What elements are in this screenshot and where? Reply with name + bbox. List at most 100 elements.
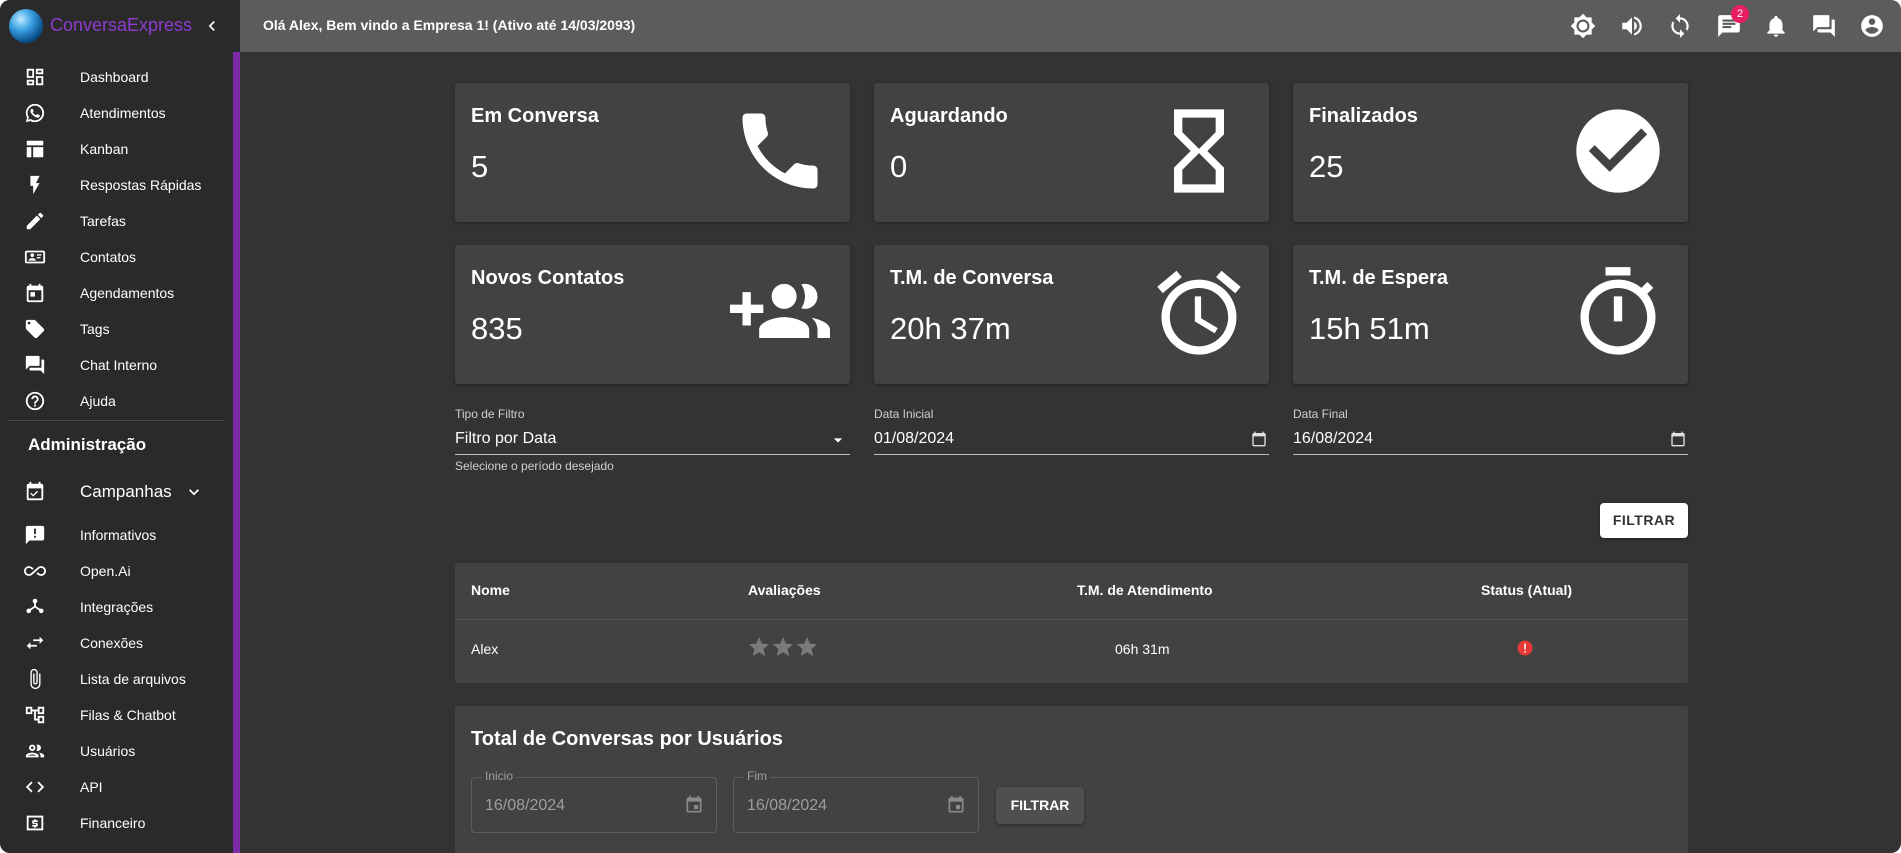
card-value: 25: [1309, 149, 1344, 184]
help-icon: [24, 390, 46, 412]
top-bar: ConversaExpress Olá Alex, Bem vindo a Em…: [0, 0, 1901, 52]
calendar-icon[interactable]: [1670, 431, 1686, 447]
tipo-filtro-underline: [455, 454, 850, 455]
sidebar-item-lista-de-arquivos[interactable]: Lista de arquivos: [0, 662, 230, 696]
calendar-icon[interactable]: [684, 795, 704, 815]
sidebar-item-informativos[interactable]: Informativos: [0, 518, 230, 552]
sidebar-item-label: Open.Ai: [80, 563, 131, 579]
card-em-conversa: Em Conversa 5: [455, 83, 850, 222]
sidebar-item-chat-interno[interactable]: Chat Interno: [0, 348, 230, 382]
sidebar-item-tags[interactable]: Tags: [0, 312, 230, 346]
sidebar-item-dashboard[interactable]: Dashboard: [0, 60, 230, 94]
sidebar-item-label: Contatos: [80, 249, 137, 265]
card-tm-espera: T.M. de Espera 15h 51m: [1293, 245, 1688, 384]
panel-title: Total de Conversas por Usuários: [471, 728, 783, 750]
sidebar-item-label: Conexões: [80, 635, 144, 651]
volume-button[interactable]: [1619, 13, 1645, 39]
fim-value: 16/08/2024: [747, 797, 828, 814]
calendar-icon[interactable]: [946, 795, 966, 815]
welcome-message: Olá Alex, Bem vindo a Empresa 1! (Ativo …: [263, 17, 636, 33]
panel-filtrar-button[interactable]: FILTRAR: [996, 787, 1084, 824]
code-icon: [24, 776, 46, 798]
star-icon: [747, 635, 771, 659]
sidebar-item-contatos[interactable]: Contatos: [0, 240, 230, 274]
inicio-value: 16/08/2024: [485, 797, 566, 814]
swap-icon: [24, 632, 46, 654]
internal-chat-button[interactable]: [1811, 13, 1837, 39]
tipo-filtro-label: Tipo de Filtro: [455, 407, 525, 421]
inicio-date-field[interactable]: Inicio 16/08/2024: [471, 769, 717, 833]
sidebar-item-campanhas[interactable]: Campanhas: [0, 475, 230, 509]
chevron-down-icon: [184, 482, 204, 502]
alarm-icon: [1149, 263, 1249, 363]
theme-toggle-button[interactable]: [1570, 13, 1596, 39]
card-title: Finalizados: [1309, 105, 1418, 127]
forum-icon: [24, 354, 46, 376]
tipo-filtro-value: Filtro por Data: [455, 430, 557, 447]
account-button[interactable]: [1859, 13, 1885, 39]
sidebar-item-label: Usuários: [80, 743, 136, 759]
filtrar-button[interactable]: FILTRAR: [1600, 503, 1688, 538]
sidebar-accent-stripe: [233, 52, 240, 853]
sidebar-item-financeiro[interactable]: Financeiro: [0, 806, 230, 840]
brand-area: ConversaExpress: [0, 0, 240, 52]
sidebar-item-tarefas[interactable]: Tarefas: [0, 204, 230, 238]
sidebar-item-label: Tarefas: [80, 213, 126, 229]
data-inicial-value: 01/08/2024: [874, 430, 955, 447]
sidebar-item-label: Dashboard: [80, 69, 149, 85]
card-title: T.M. de Espera: [1309, 267, 1448, 289]
sidebar-item-agendamentos[interactable]: Agendamentos: [0, 276, 230, 310]
dashboard-icon: [24, 66, 46, 88]
check-circle-icon: [1568, 101, 1668, 201]
sidebar-item-label: Financeiro: [80, 815, 146, 831]
logo-globe-icon: [9, 9, 43, 43]
phone-icon: [730, 101, 830, 201]
sidebar-item-integracoes[interactable]: Integrações: [0, 590, 230, 624]
sidebar-item-ajuda[interactable]: Ajuda: [0, 384, 230, 418]
card-tm-conversa: T.M. de Conversa 20h 37m: [874, 245, 1269, 384]
pencil-icon: [24, 210, 46, 232]
sidebar-item-openai[interactable]: Open.Ai: [0, 554, 230, 588]
sidebar-item-kanban[interactable]: Kanban: [0, 132, 230, 166]
admin-section-title: Administração: [28, 435, 147, 454]
tag-icon: [24, 318, 46, 340]
sidebar-item-filas-chatbot[interactable]: Filas & Chatbot: [0, 698, 230, 732]
contact-card-icon: [24, 246, 46, 268]
app-window: ConversaExpress Olá Alex, Bem vindo a Em…: [0, 0, 1901, 853]
collapse-sidebar-button[interactable]: [200, 12, 224, 40]
event-check-icon: [24, 481, 46, 503]
calendar-icon[interactable]: [1251, 431, 1267, 447]
card-title: T.M. de Conversa: [890, 267, 1054, 289]
sync-icon: [1671, 14, 1689, 38]
sidebar-item-atendimentos[interactable]: Atendimentos: [0, 96, 230, 130]
chevron-left-icon: [208, 21, 215, 31]
tipo-filtro-select[interactable]: Filtro por Data: [455, 430, 850, 452]
timer-icon: [1568, 263, 1668, 363]
sidebar-item-label: Kanban: [80, 141, 129, 157]
sidebar-item-label: Informativos: [80, 527, 157, 543]
tree-icon: [24, 704, 46, 726]
conversas-por-usuarios-panel: Total de Conversas por Usuários Inicio 1…: [455, 706, 1688, 853]
sidebar-item-label: Chat Interno: [80, 357, 158, 373]
column-header-tm-atendimento: T.M. de Atendimento: [1077, 582, 1213, 598]
data-final-input[interactable]: 16/08/2024: [1293, 430, 1688, 452]
card-title: Novos Contatos: [471, 267, 625, 289]
sidebar-item-respostas-rapidas[interactable]: Respostas Rápidas: [0, 168, 230, 202]
sidebar: Dashboard Atendimentos Kanban Respostas …: [0, 52, 240, 853]
fim-date-field[interactable]: Fim 16/08/2024: [733, 769, 979, 833]
data-final-value: 16/08/2024: [1293, 430, 1374, 447]
table-divider: [455, 619, 1688, 620]
card-title: Aguardando: [890, 105, 1008, 127]
sidebar-item-usuarios[interactable]: Usuários: [0, 734, 230, 768]
card-value: 835: [471, 311, 523, 346]
sidebar-divider: [8, 420, 224, 421]
sidebar-item-conexoes[interactable]: Conexões: [0, 626, 230, 660]
data-final-underline: [1293, 454, 1688, 455]
notifications-button[interactable]: [1763, 13, 1789, 39]
forum-icon: [1813, 15, 1835, 37]
refresh-button[interactable]: [1667, 13, 1693, 39]
data-inicial-input[interactable]: 01/08/2024: [874, 430, 1269, 452]
star-icon: [795, 635, 819, 659]
sidebar-item-api[interactable]: API: [0, 770, 230, 804]
data-inicial-label: Data Inicial: [874, 407, 934, 421]
